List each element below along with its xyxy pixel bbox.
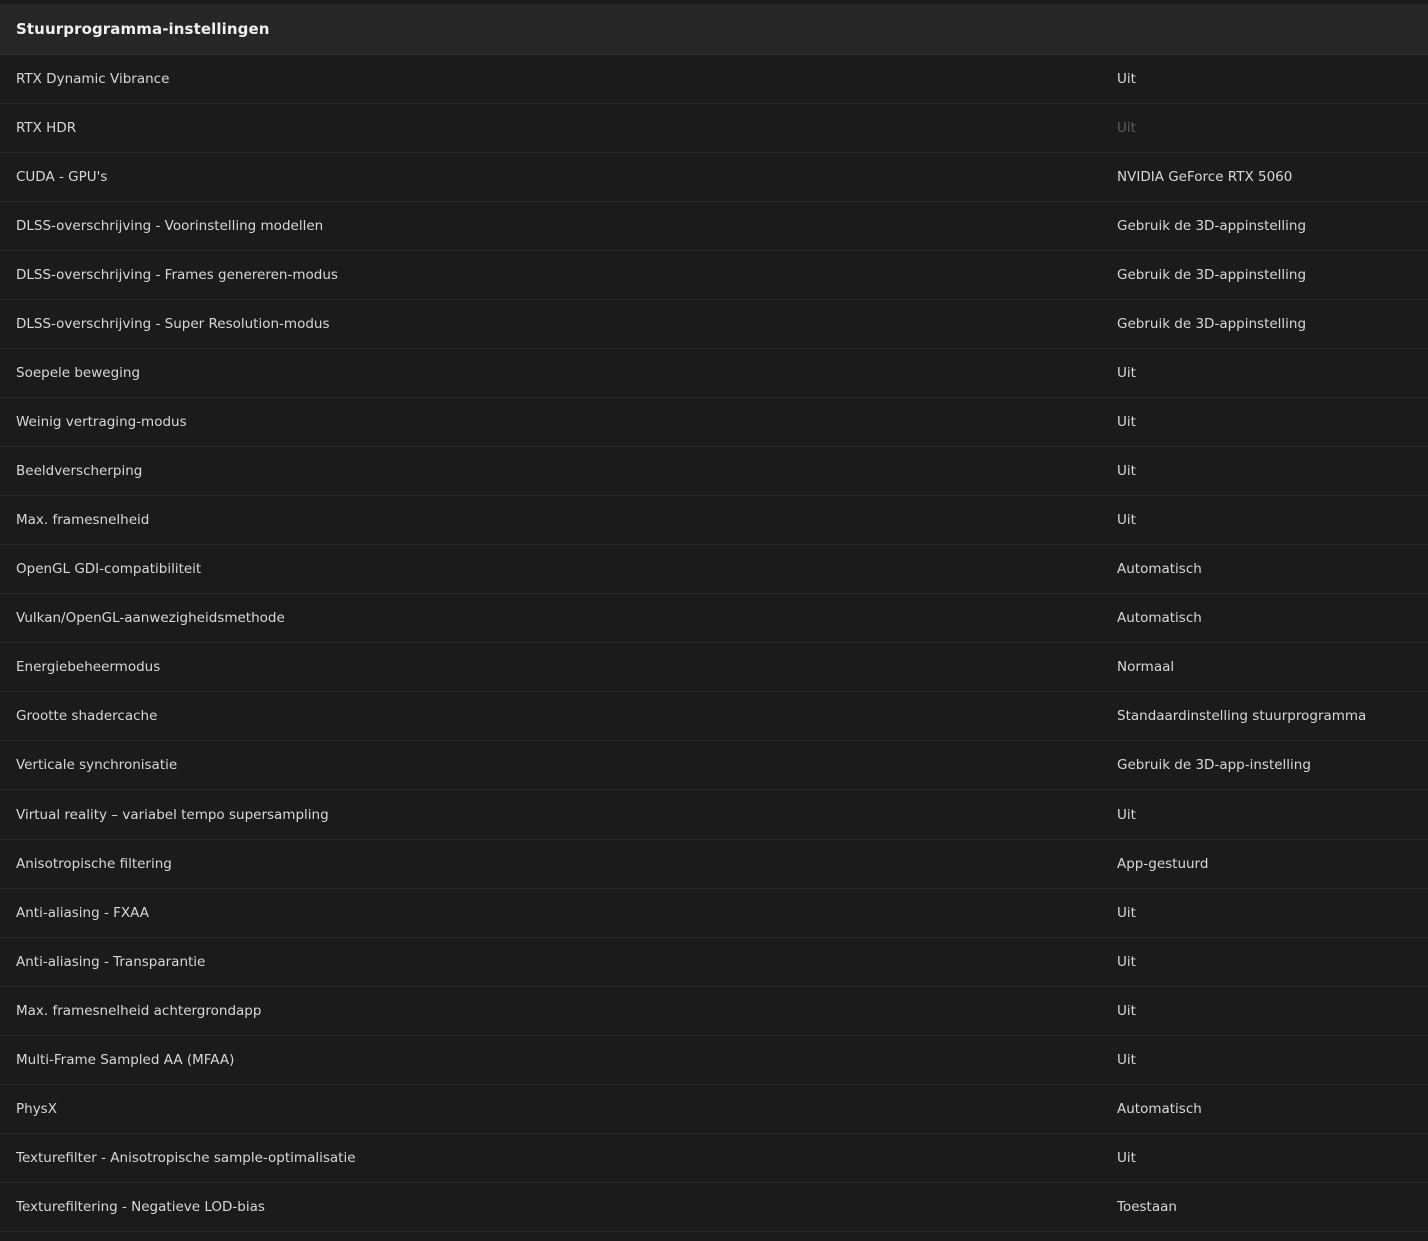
setting-value: App-gestuurd [1117, 856, 1209, 872]
setting-label: RTX Dynamic Vibrance [16, 71, 170, 87]
setting-value: Uit [1117, 1150, 1136, 1166]
setting-label: RTX HDR [16, 120, 77, 136]
setting-label: Virtual reality – variabel tempo supersa… [16, 806, 329, 823]
setting-label: DLSS-overschrijving - Frames genereren-m… [16, 267, 338, 283]
setting-label: Anisotropische filtering [16, 856, 172, 872]
setting-value: Standaardinstelling stuurprogramma [1117, 708, 1367, 724]
setting-row[interactable]: Anti-aliasing - FXAA Uit [0, 889, 1428, 938]
setting-row[interactable]: Texturefilter - Anisotropische sample-op… [0, 1134, 1428, 1183]
setting-label: Texturefiltering - Negatieve LOD-bias [16, 1199, 265, 1215]
setting-row[interactable]: Multi-Frame Sampled AA (MFAA) Uit [0, 1036, 1428, 1085]
setting-label: PhysX [16, 1101, 57, 1117]
setting-value: Uit [1117, 905, 1136, 921]
setting-label: Verticale synchronisatie [16, 757, 178, 773]
setting-row[interactable]: Soepele beweging Uit [0, 349, 1428, 398]
setting-value: Automatisch [1117, 1101, 1202, 1117]
setting-value: Gebruik de 3D-appinstelling [1117, 218, 1307, 234]
setting-value: Automatisch [1117, 610, 1202, 626]
setting-row[interactable]: Max. framesnelheid Uit [0, 496, 1428, 545]
setting-value: Uit [1117, 1052, 1136, 1068]
setting-row[interactable]: Verticale synchronisatie Gebruik de 3D-ap… [0, 741, 1428, 790]
driver-settings-panel: Stuurprogramma-instellingen RTX Dynamic … [0, 0, 1428, 1241]
setting-value: Gebruik de 3D-appinstelling [1117, 316, 1307, 332]
setting-value: Uit [1117, 463, 1136, 479]
setting-label: Max. framesnelheid achtergrondapp [16, 1003, 262, 1019]
setting-value: Gebruik de 3D-app-instelling [1117, 757, 1311, 773]
setting-row[interactable]: DLSS-overschrijving - Super Resolution-m… [0, 300, 1428, 349]
setting-label: Soepele beweging [16, 365, 141, 381]
setting-row[interactable]: Anti-aliasing - Transparantie Uit [0, 938, 1428, 987]
setting-label: Beeldverscherping [16, 463, 143, 479]
setting-value: Toestaan [1117, 1199, 1177, 1215]
setting-value: Uit [1117, 512, 1136, 528]
setting-row[interactable]: Vulkan/OpenGL-aanwezigheidsmethode Automa… [0, 594, 1428, 643]
setting-label: Multi-Frame Sampled AA (MFAA) [16, 1052, 235, 1068]
setting-row[interactable]: DLSS-overschrijving - Voorinstelling mod… [0, 202, 1428, 251]
setting-row[interactable]: OpenGL GDI-compatibiliteit Automatisch [0, 545, 1428, 594]
setting-row[interactable]: Weinig vertraging-modus Uit [0, 398, 1428, 447]
setting-row[interactable]: Energiebeheermodus Normaal [0, 643, 1428, 692]
setting-label: Energiebeheermodus [16, 659, 161, 675]
setting-label: Grootte shadercache [16, 708, 158, 724]
setting-label: Weinig vertraging-modus [16, 414, 187, 430]
setting-row[interactable]: Texturefiltering - Negatieve LOD-bias Toe… [0, 1183, 1428, 1232]
setting-row[interactable]: Anisotropische filtering App-gestuurd [0, 840, 1428, 889]
setting-row[interactable]: DLSS-overschrijving - Frames genereren-m… [0, 251, 1428, 300]
setting-value: Automatisch [1117, 561, 1202, 577]
setting-row[interactable]: PhysX Automatisch [0, 1085, 1428, 1134]
setting-row[interactable]: RTX Dynamic Vibrance Uit [0, 55, 1428, 104]
setting-value: Uit [1117, 1003, 1136, 1019]
setting-label: OpenGL GDI-compatibiliteit [16, 561, 202, 577]
setting-label: Max. framesnelheid [16, 512, 150, 528]
setting-value: Uit [1117, 120, 1136, 136]
setting-label: Vulkan/OpenGL-aanwezigheidsmethode [16, 610, 285, 626]
setting-row[interactable]: Virtual reality – variabel tempo supersa… [0, 790, 1428, 840]
setting-value: Uit [1117, 414, 1136, 430]
setting-value: Uit [1117, 365, 1136, 381]
setting-value: Uit [1117, 71, 1136, 87]
setting-row[interactable]: Beeldverscherping Uit [0, 447, 1428, 496]
section-header: Stuurprogramma-instellingen [0, 4, 1428, 55]
setting-value: Uit [1117, 954, 1136, 970]
setting-row[interactable]: Max. framesnelheid achtergrondapp Uit [0, 987, 1428, 1036]
setting-value: NVIDIA GeForce RTX 5060 [1117, 169, 1293, 185]
setting-row[interactable]: CUDA - GPU's NVIDIA GeForce RTX 5060 [0, 153, 1428, 202]
setting-row[interactable]: RTX HDR Uit [0, 104, 1428, 153]
setting-label: DLSS-overschrijving - Super Resolution-m… [16, 316, 330, 332]
setting-value: Gebruik de 3D-appinstelling [1117, 267, 1307, 283]
setting-label: Anti-aliasing - Transparantie [16, 954, 206, 970]
setting-value: Normaal [1117, 659, 1175, 675]
section-title: Stuurprogramma-instellingen [16, 20, 270, 38]
setting-label: Anti-aliasing - FXAA [16, 905, 149, 921]
settings-list: RTX Dynamic Vibrance Uit RTX HDR Uit CUDA - … [0, 55, 1428, 1232]
setting-row[interactable]: Grootte shadercache Standaardinstelling s… [0, 692, 1428, 741]
setting-label: Texturefilter - Anisotropische sample-op… [16, 1150, 356, 1166]
setting-label: DLSS-overschrijving - Voorinstelling mod… [16, 218, 324, 234]
setting-label: CUDA - GPU's [16, 169, 108, 185]
setting-value: Uit [1117, 806, 1136, 823]
